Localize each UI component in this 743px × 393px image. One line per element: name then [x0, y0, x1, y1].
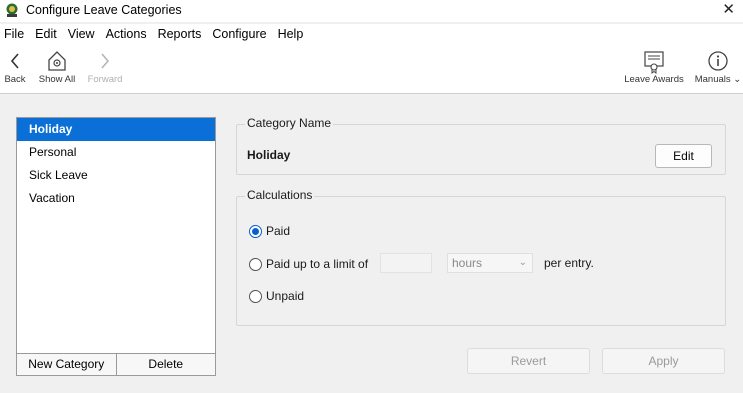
menu-bar: File Edit View Actions Reports Configure… [0, 24, 743, 44]
certificate-icon [644, 51, 664, 74]
show-all-label: Show All [38, 74, 76, 85]
menu-help[interactable]: Help [274, 27, 311, 41]
menu-reports[interactable]: Reports [154, 27, 209, 41]
category-list: Holiday Personal Sick Leave Vacation New… [16, 117, 216, 376]
list-footer: New Category Delete [17, 353, 215, 375]
chevron-down-icon: ⌄ [733, 74, 742, 85]
menu-file[interactable]: File [0, 27, 31, 41]
category-name-group: Category Name Holiday Edit [236, 116, 726, 175]
per-entry-label: per entry. [544, 256, 594, 270]
list-item[interactable]: Sick Leave [17, 164, 215, 187]
title-bar: Configure Leave Categories ✕ [0, 0, 743, 22]
menu-actions[interactable]: Actions [102, 27, 154, 41]
apply-button[interactable]: Apply [602, 348, 725, 374]
paid-option[interactable]: Paid [249, 224, 290, 238]
menu-edit[interactable]: Edit [31, 27, 64, 41]
info-icon [708, 51, 728, 71]
forward-button[interactable]: Forward [86, 48, 124, 85]
paid-label: Paid [266, 224, 291, 238]
chevron-down-icon: ⌄ [518, 257, 527, 268]
forward-label: Forward [87, 74, 123, 85]
list-item[interactable]: Personal [17, 141, 215, 164]
window-title: Configure Leave Categories [26, 3, 182, 17]
category-name-heading: Category Name [245, 116, 334, 130]
app-icon [6, 3, 18, 17]
manuals-button[interactable]: Manuals ⌄ [694, 48, 742, 85]
show-all-button[interactable]: Show All [36, 48, 78, 85]
chevron-left-icon [10, 53, 19, 69]
unit-select[interactable]: hours ⌄ [447, 253, 533, 273]
list-item[interactable]: Holiday [17, 118, 215, 141]
paid-limit-option[interactable]: Paid up to a limit of [249, 257, 368, 271]
toolbar: Back Show All Forward Leave Awards Manua… [0, 44, 743, 94]
back-label: Back [4, 74, 26, 85]
paid-limit-label: Paid up to a limit of [266, 257, 369, 271]
unpaid-radio[interactable] [249, 289, 262, 303]
paid-limit-radio[interactable] [249, 257, 262, 271]
menu-view[interactable]: View [64, 27, 102, 41]
list-item[interactable]: Vacation [17, 187, 215, 210]
category-name-value: Holiday [247, 148, 291, 162]
chevron-right-icon [101, 53, 110, 69]
unit-value: hours [452, 256, 483, 270]
unpaid-label: Unpaid [266, 289, 305, 303]
leave-awards-label: Leave Awards [624, 74, 684, 85]
back-button[interactable]: Back [4, 48, 26, 85]
manuals-label: Manuals [694, 74, 731, 85]
leave-awards-button[interactable]: Leave Awards [622, 48, 686, 85]
edit-button[interactable]: Edit [655, 144, 712, 168]
calculations-group: Calculations Paid Paid up to a limit of … [236, 188, 726, 326]
calculations-heading: Calculations [245, 188, 315, 202]
close-icon[interactable]: ✕ [722, 1, 735, 19]
home-gear-icon [48, 51, 66, 71]
revert-button[interactable]: Revert [467, 348, 590, 374]
unpaid-option[interactable]: Unpaid [249, 289, 304, 303]
new-category-button[interactable]: New Category [17, 354, 116, 375]
limit-input[interactable] [380, 253, 432, 273]
menu-configure[interactable]: Configure [208, 27, 273, 41]
paid-radio[interactable] [249, 224, 262, 238]
delete-button[interactable]: Delete [115, 354, 216, 375]
